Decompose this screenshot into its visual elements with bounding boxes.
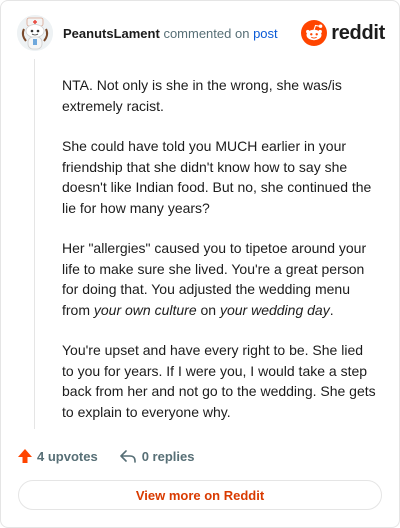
comment-actions: 4 upvotes 0 replies	[17, 446, 194, 466]
action-text: commented on	[163, 26, 250, 41]
comment-body: NTA. Not only is she in the wrong, she w…	[62, 75, 376, 442]
replies-button[interactable]: 0 replies	[119, 448, 195, 464]
comment-text: on	[196, 301, 220, 318]
post-link[interactable]: post	[253, 26, 278, 41]
comment-emphasis: your own culture	[93, 301, 197, 318]
comment-text: .	[329, 301, 334, 318]
reddit-logo-icon	[301, 20, 328, 46]
thread-line	[34, 59, 35, 429]
comment-paragraph: NTA. Not only is she in the wrong, she w…	[62, 77, 342, 114]
comment-emphasis: your wedding day	[219, 301, 330, 318]
upvote-count: 4 upvotes	[37, 448, 98, 464]
snoo-avatar-icon	[17, 15, 53, 51]
upvote-button[interactable]: 4 upvotes	[17, 448, 98, 464]
author-line: PeanutsLament commented on post	[63, 26, 278, 41]
user-avatar[interactable]	[17, 15, 53, 51]
reddit-wordmark: reddit	[331, 21, 385, 44]
reply-count: 0 replies	[141, 448, 195, 464]
reply-arrow-icon	[119, 450, 136, 463]
comment-header: PeanutsLament commented on post reddit	[17, 15, 385, 51]
arrow-up-icon	[18, 449, 32, 463]
view-more-button[interactable]: View more on Reddit	[18, 480, 382, 510]
comment-paragraph: You're upset and have every right to be.…	[62, 342, 376, 420]
comment-paragraph: She could have told you MUCH earlier in …	[62, 138, 372, 216]
author-username[interactable]: PeanutsLament	[63, 26, 160, 41]
comment-paragraph: Her "allergies" caused you to tipetoe ar…	[62, 238, 376, 320]
reddit-brand[interactable]: reddit	[301, 19, 385, 47]
embedded-comment-card: PeanutsLament commented on post reddit N…	[0, 0, 400, 528]
